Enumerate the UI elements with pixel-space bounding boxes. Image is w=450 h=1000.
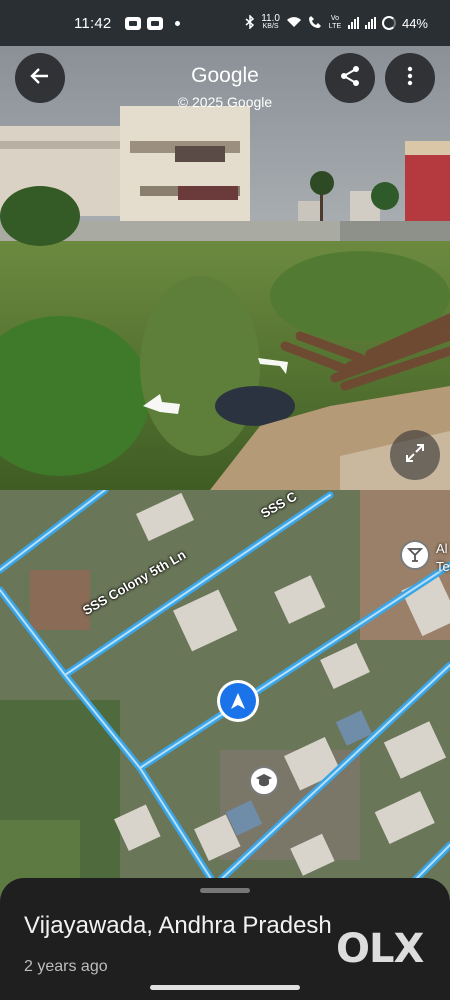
olx-watermark: OLX <box>336 926 424 972</box>
street-view-image <box>0 46 450 490</box>
school-icon <box>249 766 279 796</box>
notification-icons <box>125 16 181 30</box>
system-icons: 11.0 KB/S Vo LTE 44% <box>245 13 428 32</box>
signal-icon <box>364 17 376 29</box>
home-gesture-pill[interactable] <box>150 985 300 990</box>
call-icon <box>308 15 322 32</box>
battery-icon <box>381 16 396 30</box>
expand-icon <box>404 442 426 469</box>
volte-badge: Vo LTE <box>328 15 342 30</box>
poi-label: Al Te <box>436 541 450 574</box>
drag-handle[interactable] <box>200 888 250 893</box>
street-view-panorama[interactable] <box>0 46 450 490</box>
poi-school-marker[interactable] <box>249 766 279 796</box>
arrow-back-icon <box>28 64 52 93</box>
bluetooth-icon <box>245 13 255 32</box>
current-location-marker[interactable] <box>217 680 259 722</box>
navigation-arrow-icon <box>220 683 256 719</box>
back-button[interactable] <box>15 53 65 103</box>
signal-icon <box>347 17 359 29</box>
battery-percent: 44% <box>401 15 428 31</box>
more-options-button[interactable] <box>385 53 435 103</box>
more-notifications-icon <box>175 20 181 26</box>
status-bar: 11:42 11.0 KB/S Vo LTE 44% <box>0 0 450 46</box>
cocktail-icon <box>400 540 430 570</box>
place-title: Vijayawada, Andhra Pradesh <box>24 912 332 939</box>
network-speed: 11.0 KB/S <box>261 13 280 31</box>
app-notification-icon <box>125 16 142 30</box>
expand-button[interactable] <box>390 430 440 480</box>
map-view[interactable]: SSS Colony 5th Ln SSS C Al Te <box>0 490 450 910</box>
more-vert-icon <box>398 64 422 93</box>
app-notification-icon <box>147 16 164 30</box>
share-icon <box>338 64 362 93</box>
share-button[interactable] <box>325 53 375 103</box>
poi-bar-marker[interactable] <box>400 540 430 570</box>
status-time: 11:42 <box>74 14 112 32</box>
wifi-icon <box>286 16 302 31</box>
capture-age: 2 years ago <box>24 958 108 975</box>
